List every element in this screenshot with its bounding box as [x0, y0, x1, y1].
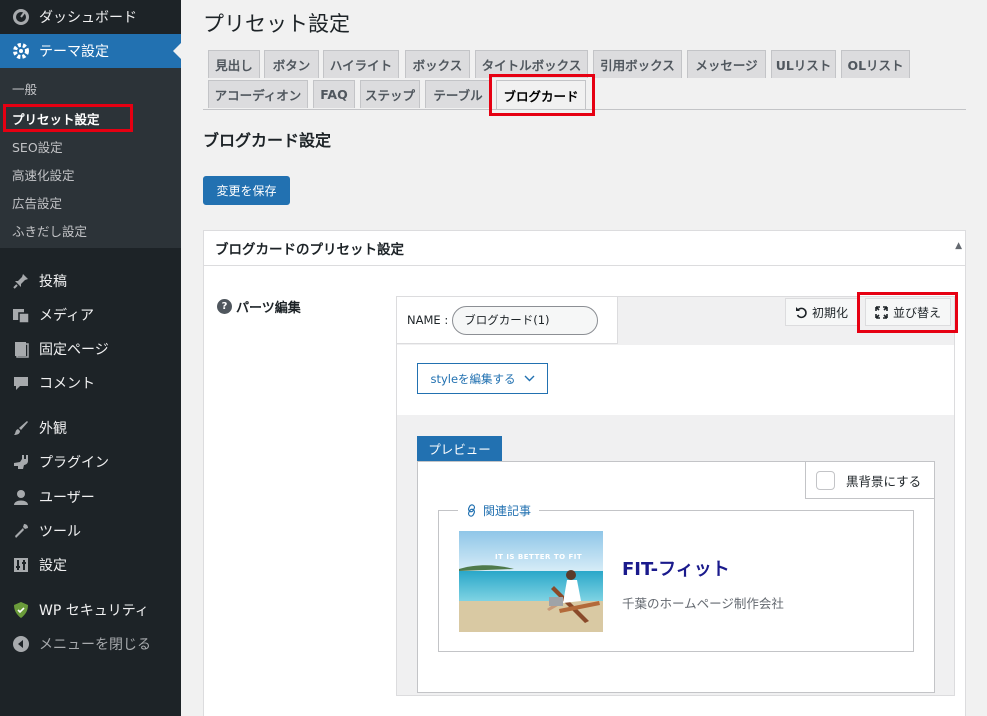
gear-icon — [11, 41, 31, 61]
card-header[interactable]: ブログカードのプリセット設定 ▲ — [204, 231, 965, 266]
tab-quote-box[interactable]: 引用ボックス — [593, 50, 682, 78]
menu-posts[interactable]: 投稿 — [0, 264, 181, 298]
submenu-speed[interactable]: 高速化設定 — [0, 161, 181, 187]
shield-icon — [11, 600, 31, 620]
blog-card[interactable]: 関連記事 IT IS BETTER TO FIT FIT-フィット 千葉のホーム… — [438, 502, 914, 652]
comment-icon — [11, 373, 31, 393]
edit-style-button[interactable]: styleを編集する — [417, 363, 548, 394]
preview-box: 黒背景にする 関連記事 IT IS BETTER TO FIT FIT-フィット… — [417, 461, 935, 693]
name-input[interactable] — [452, 305, 599, 335]
menu-plugins-label: プラグイン — [39, 455, 109, 471]
tab-accordion[interactable]: アコーディオン — [208, 80, 308, 108]
tab-highlight[interactable]: ハイライト — [323, 50, 399, 78]
tab-box[interactable]: ボックス — [405, 50, 470, 78]
page-icon — [11, 339, 31, 359]
menu-settings[interactable]: 設定 — [0, 548, 181, 582]
theme-submenu: 一般 プリセット設定 SEO設定 高速化設定 広告設定 ふきだし設定 — [0, 68, 181, 248]
tab-faq[interactable]: FAQ — [313, 80, 355, 108]
menu-comments-label: コメント — [39, 376, 95, 392]
submenu-seo[interactable]: SEO設定 — [0, 133, 181, 159]
menu-appearance[interactable]: 外観 — [0, 411, 181, 445]
menu-users[interactable]: ユーザー — [0, 480, 181, 514]
preview-tab: プレビュー — [417, 436, 502, 461]
menu-pages[interactable]: 固定ページ — [0, 332, 181, 366]
menu-dashboard-label: ダッシュボード — [39, 10, 137, 26]
style-area: styleを編集する — [397, 345, 954, 415]
link-icon — [466, 504, 477, 517]
menu-collapse-label: メニューを閉じる — [39, 637, 151, 653]
reset-label: 初期化 — [811, 305, 848, 320]
submenu-general[interactable]: 一般 — [0, 75, 181, 101]
reset-button[interactable]: 初期化 — [785, 298, 858, 326]
dashboard-icon — [11, 7, 31, 27]
brush-icon — [11, 418, 31, 438]
help-icon[interactable]: ? — [217, 299, 232, 314]
edit-style-label: styleを編集する — [430, 371, 516, 386]
settings-icon — [11, 555, 31, 575]
tab-ol-list[interactable]: OLリスト — [841, 50, 910, 78]
name-field-group: NAME : — [397, 297, 618, 344]
media-icon — [11, 305, 31, 325]
highlight-frame-preset — [3, 104, 133, 132]
submenu-ads[interactable]: 広告設定 — [0, 189, 181, 215]
wrench-icon — [11, 521, 31, 541]
dark-background-toggle[interactable]: 黒背景にする — [805, 461, 935, 499]
plugin-icon — [11, 452, 31, 472]
blog-card-description: 千葉のホームページ制作会社 — [622, 596, 784, 611]
user-icon — [11, 487, 31, 507]
related-article-label: 関連記事 — [458, 502, 540, 519]
pin-icon — [11, 271, 31, 291]
preset-card: ブログカードのプリセット設定 ▲ ? パーツ編集 NAME : 初期化 並び替え… — [203, 230, 966, 716]
submenu-balloon[interactable]: ふきだし設定 — [0, 217, 181, 243]
menu-theme-settings-label: テーマ設定 — [39, 44, 109, 60]
menu-theme-settings[interactable]: テーマ設定 — [0, 34, 181, 68]
menu-tools[interactable]: ツール — [0, 514, 181, 548]
parts-edit-text: パーツ編集 — [236, 301, 301, 316]
dark-background-checkbox[interactable] — [816, 470, 835, 490]
menu-media-label: メディア — [39, 308, 95, 324]
menu-tools-label: ツール — [39, 524, 81, 540]
collapse-icon — [11, 634, 31, 654]
highlight-frame-blogcard-tab — [489, 74, 595, 116]
blog-thumbnail: IT IS BETTER TO FIT — [459, 531, 603, 632]
highlight-frame-sort — [857, 292, 958, 333]
menu-appearance-label: 外観 — [39, 421, 67, 437]
collapse-triangle-icon[interactable]: ▲ — [955, 241, 962, 251]
parts-edit-label: ? パーツ編集 — [217, 297, 301, 316]
tab-message[interactable]: メッセージ — [687, 50, 766, 78]
menu-users-label: ユーザー — [39, 490, 95, 506]
tab-button[interactable]: ボタン — [264, 50, 319, 78]
menu-media[interactable]: メディア — [0, 298, 181, 332]
menu-wp-security[interactable]: WP セキュリティ — [0, 593, 181, 627]
menu-posts-label: 投稿 — [39, 274, 67, 290]
tab-step[interactable]: ステップ — [360, 80, 420, 108]
menu-dashboard[interactable]: ダッシュボード — [0, 0, 181, 34]
undo-icon — [795, 306, 808, 319]
tab-ul-list[interactable]: ULリスト — [771, 50, 836, 78]
menu-collapse[interactable]: メニューを閉じる — [0, 627, 181, 661]
page-title: プリセット設定 — [203, 12, 350, 36]
menu-comments[interactable]: コメント — [0, 366, 181, 400]
tab-heading[interactable]: 見出し — [208, 50, 260, 78]
parts-editor: NAME : 初期化 並び替え styleを編集する プレビュー — [396, 296, 955, 696]
dark-background-label: 黒背景にする — [846, 473, 922, 489]
section-title: ブログカード設定 — [203, 131, 332, 150]
menu-pages-label: 固定ページ — [39, 342, 109, 358]
related-article-text: 関連記事 — [483, 504, 532, 518]
card-header-label: ブログカードのプリセット設定 — [215, 242, 404, 258]
menu-wp-security-label: WP セキュリティ — [39, 603, 149, 619]
tab-table[interactable]: テーブル — [425, 80, 491, 108]
menu-plugins[interactable]: プラグイン — [0, 445, 181, 479]
thumbnail-caption: IT IS BETTER TO FIT — [495, 553, 583, 561]
chevron-down-icon — [524, 375, 535, 382]
menu-settings-label: 設定 — [39, 558, 67, 574]
admin-sidebar: ダッシュボード テーマ設定 一般 プリセット設定 SEO設定 高速化設定 広告設… — [0, 0, 181, 716]
blog-card-title: FIT-フィット — [622, 559, 730, 580]
name-label: NAME : — [407, 313, 449, 327]
save-button[interactable]: 変更を保存 — [203, 176, 290, 205]
